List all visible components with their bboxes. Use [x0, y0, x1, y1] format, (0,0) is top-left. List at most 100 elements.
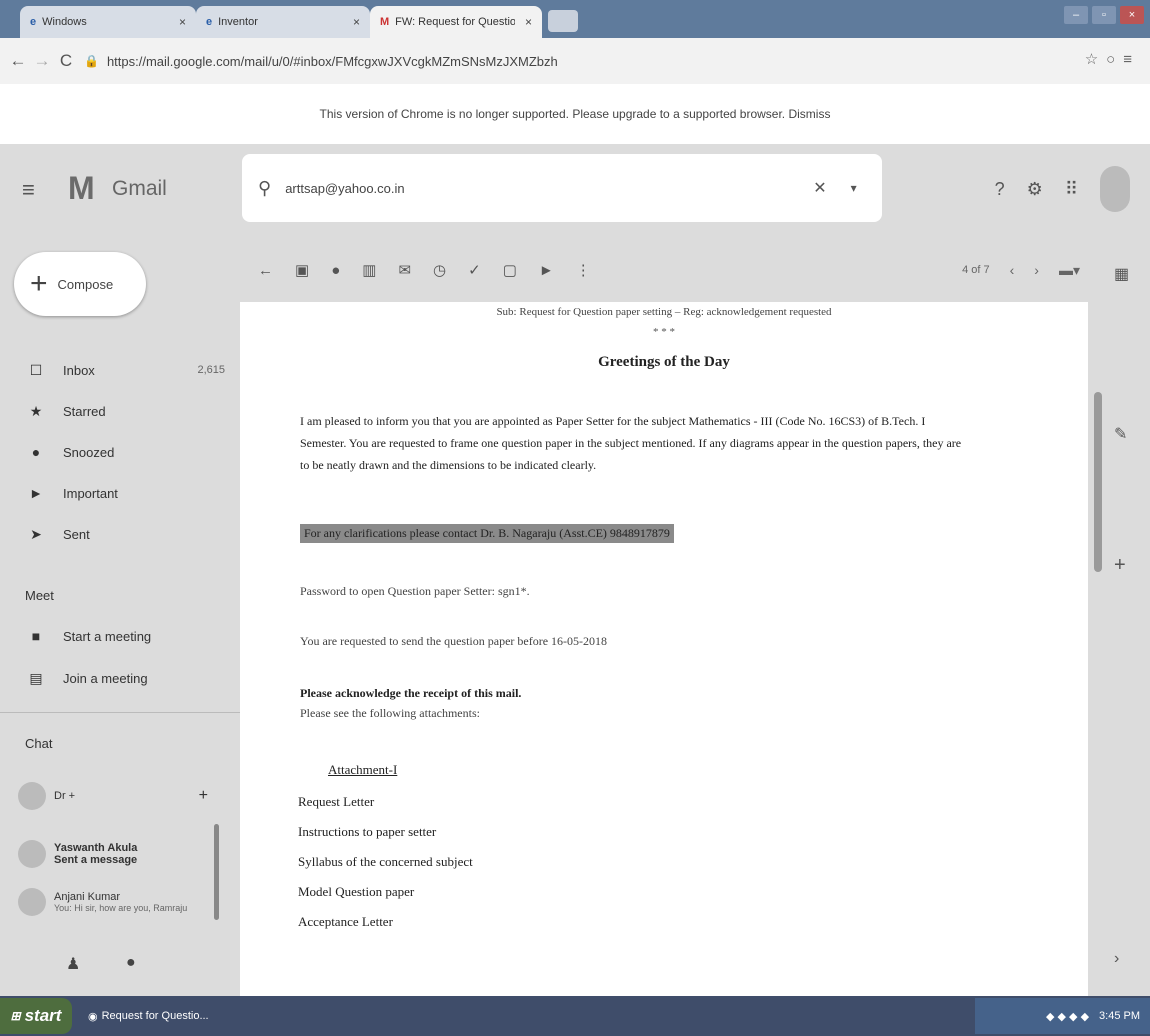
password-line: Password to open Question paper Setter: … [300, 584, 530, 598]
more-options-icon[interactable]: ⋮ [576, 261, 591, 279]
nav-item-inbox[interactable]: ☐ Inbox 2,615 [0, 354, 235, 386]
plus-icon: + [30, 267, 48, 300]
nav-label: Snoozed [63, 444, 115, 460]
nav-label: Sent [63, 526, 90, 542]
chat-status: Sent a message [54, 854, 138, 866]
chrome-icon: ◉ [88, 1010, 98, 1023]
browser-menu-icons[interactable]: ☆○≡ [1085, 50, 1140, 68]
stars-divider: * * * [653, 326, 675, 338]
taskbar-window-label: Request for Questio... [101, 1010, 209, 1022]
back-arrow-icon[interactable]: ← [258, 262, 273, 279]
clock[interactable]: 3:45 PM [1099, 1010, 1140, 1022]
add-chat-icon[interactable]: + [199, 787, 208, 805]
attachment-item: Request Letter [298, 794, 375, 809]
avatar [18, 840, 46, 868]
apps-grid-icon[interactable]: ⠿ [1065, 179, 1078, 200]
join-meeting-item[interactable]: ▤ Join a meeting [0, 662, 235, 694]
clear-search-icon[interactable]: ✕ [813, 178, 826, 198]
nav-item-starred[interactable]: ★ Starred [0, 395, 235, 427]
chat-self[interactable]: Dr + + [18, 782, 208, 810]
prev-icon[interactable]: ‹ [1010, 262, 1015, 278]
browser-tab-2[interactable]: e Inventor × [196, 6, 370, 38]
gmail-logo-icon[interactable]: M [68, 170, 95, 207]
nav-item-important[interactable]: ► Important [0, 477, 235, 509]
add-task-icon[interactable]: ✓ [468, 261, 481, 279]
start-button[interactable]: ⊞ start [0, 998, 72, 1034]
new-tab-button[interactable] [548, 10, 578, 32]
body-line-3: to be neatly drawn and the dimensions to… [300, 458, 597, 472]
chat-status: You: Hi sir, how are you, Ramraju [54, 903, 188, 913]
message-body: Sub: Request for Question paper setting … [240, 302, 1088, 996]
archive-icon[interactable]: ▣ [295, 261, 309, 279]
ie-icon: e [206, 16, 213, 28]
chat-self-label: Dr + [54, 790, 76, 802]
deadline-line: You are requested to send the question p… [300, 634, 608, 648]
close-tab-icon[interactable]: × [525, 15, 532, 29]
calendar-icon[interactable]: ▦ [1114, 264, 1129, 284]
chat-scrollbar[interactable] [214, 824, 219, 920]
body-line-2: Semester. You are requested to frame one… [300, 436, 962, 450]
taskbar-window-button[interactable]: ◉ Request for Questio... [80, 1002, 240, 1030]
search-input[interactable] [283, 179, 808, 197]
close-window-icon[interactable]: × [1120, 6, 1144, 24]
search-icon[interactable]: ⚲ [258, 178, 271, 199]
delete-icon[interactable]: ▥ [362, 261, 376, 279]
send-icon: ➤ [30, 525, 42, 542]
help-icon[interactable]: ? [995, 179, 1005, 200]
forward-icon[interactable]: → [30, 51, 54, 71]
chat-item[interactable]: Yaswanth Akula Sent a message [18, 840, 137, 868]
body-line-1: I am pleased to inform you that you are … [300, 414, 926, 428]
back-icon[interactable]: ← [6, 51, 30, 71]
tray-icons[interactable]: ◆ ◆ ◆ ◆ [1046, 1010, 1089, 1023]
next-icon[interactable]: › [1034, 262, 1039, 278]
compose-label: Compose [57, 276, 114, 292]
reload-icon[interactable]: C [54, 51, 78, 71]
browser-tab-3-active[interactable]: M FW: Request for Question pape × [370, 6, 542, 38]
main-menu-icon[interactable]: ≡ [22, 177, 35, 203]
compose-button[interactable]: + Compose [14, 252, 146, 316]
acknowledge-line: Please acknowledge the receipt of this m… [300, 686, 522, 700]
system-tray: ◆ ◆ ◆ ◆ 3:45 PM [975, 998, 1150, 1034]
settings-gear-icon[interactable]: ⚙ [1027, 179, 1043, 200]
url-field[interactable]: https://mail.google.com/mail/u/0/#inbox/… [107, 54, 1027, 69]
snooze-icon[interactable]: ◷ [433, 261, 446, 279]
close-tab-icon[interactable]: × [179, 15, 186, 29]
nav-label: Join a meeting [63, 670, 148, 686]
contacts-icon[interactable]: ♟ [66, 954, 80, 974]
attachment-item: Model Question paper [298, 884, 415, 899]
nav-item-sent[interactable]: ➤ Sent [0, 518, 235, 550]
maximize-icon[interactable]: ▫ [1092, 6, 1116, 24]
tab-label: Windows [42, 16, 87, 28]
minimize-icon[interactable]: – [1064, 6, 1088, 24]
start-label: start [24, 1006, 62, 1025]
attachment-item: Instructions to paper setter [298, 824, 437, 839]
keyboard-icon: ▤ [29, 669, 43, 686]
address-bar: ← → C 🔒 https://mail.google.com/mail/u/0… [0, 38, 1150, 85]
chat-item[interactable]: Anjani Kumar You: Hi sir, how are you, R… [18, 888, 187, 916]
report-spam-icon[interactable]: ● [331, 262, 340, 279]
search-bar: ⚲ ✕ ▾ [242, 154, 882, 222]
gmail-favicon: M [380, 16, 390, 28]
nav-label: Inbox [63, 362, 95, 378]
chat-heading: Chat [25, 736, 53, 751]
subject-line: Sub: Request for Question paper setting … [496, 306, 832, 318]
search-options-icon[interactable]: ▾ [851, 181, 857, 195]
tasks-icon[interactable]: ✎ [1114, 424, 1127, 444]
nav-item-snoozed[interactable]: ● Snoozed [0, 436, 235, 468]
windows-logo-icon: ⊞ [10, 1009, 21, 1023]
input-tools-icon[interactable]: ▬▾ [1059, 262, 1080, 279]
browser-tab-1[interactable]: e Windows × [20, 6, 196, 38]
nav-label: Start a meeting [63, 628, 152, 644]
mark-unread-icon[interactable]: ✉ [398, 261, 411, 279]
show-side-panel-icon[interactable]: › [1114, 950, 1119, 968]
windows-taskbar: ⊞ start ◉ Request for Questio... ◆ ◆ ◆ ◆… [0, 996, 1150, 1036]
highlighted-contact-line: For any clarifications please contact Dr… [300, 524, 674, 543]
close-tab-icon[interactable]: × [353, 15, 360, 29]
window-controls: – ▫ × [1064, 6, 1144, 24]
phone-icon[interactable]: ● [126, 954, 136, 972]
label-icon[interactable]: ► [539, 262, 554, 279]
get-addons-icon[interactable]: + [1114, 554, 1126, 577]
start-meeting-item[interactable]: ■ Start a meeting [0, 620, 235, 652]
meet-heading: Meet [25, 588, 54, 603]
move-to-icon[interactable]: ▢ [503, 261, 517, 279]
